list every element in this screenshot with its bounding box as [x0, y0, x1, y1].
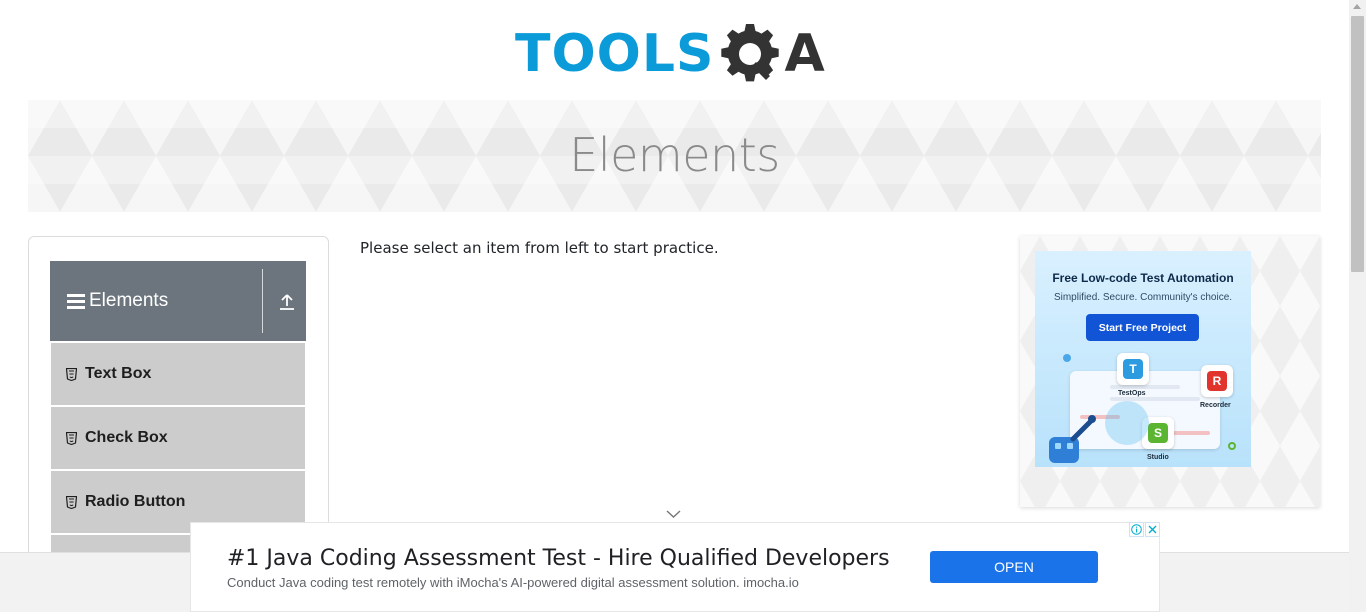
decor-glow: [1105, 401, 1149, 445]
close-icon: [1148, 525, 1157, 534]
ad-close-icon[interactable]: [1145, 522, 1160, 537]
hamburger-icon: [67, 293, 85, 309]
chevron-down-icon[interactable]: [666, 509, 681, 519]
html5-icon: [66, 495, 77, 509]
logo-qa-text: A: [784, 24, 826, 84]
decor-dot: [1228, 442, 1236, 450]
bottom-ad[interactable]: #1 Java Coding Assessment Test - Hire Qu…: [190, 522, 1160, 612]
testops-tile-icon: T: [1117, 353, 1149, 385]
scroll-thumb[interactable]: [1351, 16, 1364, 272]
sidebar-item-label: Text Box: [85, 365, 152, 382]
toolsqa-logo[interactable]: TOOLS A: [515, 14, 840, 94]
bottom-ad-description: Conduct Java coding test remotely with i…: [227, 575, 799, 590]
recorder-tile-icon: R: [1201, 365, 1233, 397]
page-title: Elements: [569, 128, 780, 182]
intro-text: Please select an item from left to start…: [360, 239, 719, 257]
group-title: Elements: [89, 290, 169, 311]
katalon-ad[interactable]: Free Low-code Test Automation Simplified…: [1035, 251, 1251, 467]
sidebar-item-check-box[interactable]: Check Box: [51, 407, 305, 469]
sidebar-item-label: Check Box: [85, 429, 168, 446]
site-header: TOOLS A: [0, 0, 1349, 100]
ad-open-button[interactable]: OPEN: [930, 551, 1098, 583]
sidebar-item-text-box[interactable]: Text Box: [51, 343, 305, 405]
bottom-ad-title[interactable]: #1 Java Coding Assessment Test - Hire Qu…: [227, 546, 890, 571]
decor-dot: [1063, 354, 1071, 362]
collapse-upload-icon[interactable]: [279, 293, 295, 311]
ad-subtitle: Simplified. Secure. Community's choice.: [1053, 292, 1233, 303]
ad-headline: Free Low-code Test Automation: [1052, 271, 1234, 285]
elements-group-header[interactable]: Elements: [50, 261, 306, 341]
ad-info-icon[interactable]: [1129, 522, 1144, 537]
header-divider: [262, 269, 263, 333]
page-banner: Elements: [28, 100, 1321, 212]
html5-icon: [66, 431, 77, 445]
tile-label: TestOps: [1118, 390, 1146, 397]
logo-tools-text: TOOLS: [515, 24, 715, 84]
vertical-scrollbar[interactable]: [1349, 0, 1366, 612]
start-free-project-button[interactable]: Start Free Project: [1086, 314, 1199, 341]
right-ad-container: Free Low-code Test Automation Simplified…: [1020, 236, 1320, 507]
sidebar-item-label: Radio Button: [85, 493, 186, 510]
gear-magnifier-icon: [721, 24, 780, 82]
scroll-up-arrow-icon[interactable]: [1353, 4, 1361, 9]
html5-icon: [66, 367, 77, 381]
info-icon: [1131, 524, 1142, 535]
robot-arm-icon: [1049, 415, 1096, 463]
tile-label: Recorder: [1200, 402, 1231, 409]
tile-label: Studio: [1147, 454, 1169, 461]
